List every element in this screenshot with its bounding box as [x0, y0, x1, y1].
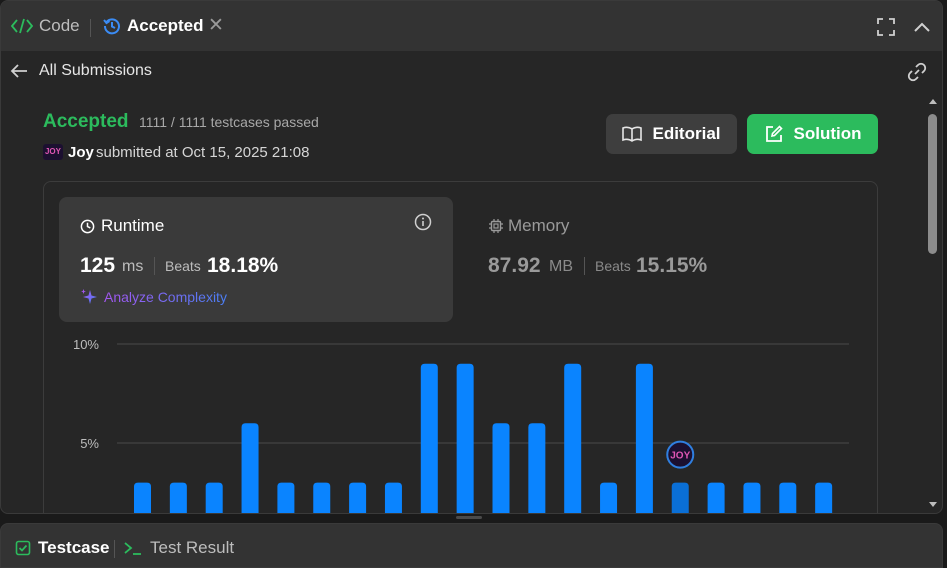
chart-bar [420, 363, 438, 513]
memory-title-label: Memory [508, 216, 570, 235]
chip-icon [489, 219, 503, 233]
chart-bar [134, 482, 151, 513]
checkbox-icon [15, 540, 31, 556]
submitted-at: submitted at Oct 15, 2025 21:08 [96, 144, 310, 161]
book-icon [622, 126, 643, 142]
chart-bar [313, 482, 331, 513]
runtime-beats-label: Beats [165, 258, 201, 274]
chart-bar [456, 363, 474, 513]
analyze-complexity-link[interactable]: Analyze Complexity [80, 288, 227, 306]
tab-test-result[interactable]: Test Result [123, 538, 234, 558]
chart-bar [492, 423, 510, 513]
chart-bar [349, 482, 367, 513]
editorial-label: Editorial [652, 124, 721, 143]
memory-divider [584, 257, 585, 275]
chart-bar [564, 363, 582, 513]
code-icon [11, 18, 33, 34]
y-tick-label: 5% [80, 436, 99, 451]
chart-bar [169, 482, 187, 513]
tab-code[interactable]: Code [11, 1, 80, 51]
chart-bar [707, 482, 725, 513]
history-icon [103, 18, 120, 35]
tab-test-result-label: Test Result [150, 538, 235, 557]
sparkle-icon [81, 289, 97, 304]
runtime-unit: ms [122, 258, 144, 275]
bottom-tab-divider [114, 540, 115, 558]
chart-bar [743, 482, 761, 513]
y-tick-label: 10% [73, 337, 99, 352]
chart-bar [277, 482, 295, 513]
chart-bar [205, 482, 223, 513]
chart-bar [384, 482, 402, 513]
chevron-up-icon[interactable] [912, 17, 932, 37]
link-icon[interactable] [906, 61, 928, 83]
tab-testcase-label: Testcase [38, 538, 110, 557]
terminal-icon [124, 542, 141, 555]
back-arrow-icon[interactable] [9, 61, 29, 81]
info-icon[interactable] [414, 213, 432, 231]
submission-subheader: All Submissions [1, 51, 942, 93]
tab-bar: Code Accepted ✕ [1, 1, 942, 51]
memory-beats-value: 15.15% [636, 254, 708, 277]
chart-bar [779, 482, 797, 513]
tab-accepted[interactable]: Accepted [103, 1, 204, 51]
chart-bar [671, 482, 689, 513]
clock-icon [80, 219, 95, 233]
chart-bar [600, 482, 618, 513]
panel-resize-handle[interactable] [456, 516, 482, 519]
memory-beats-label: Beats [595, 258, 631, 274]
chart-bar [815, 482, 833, 513]
runtime-distribution-chart: 10% 5% JOY [73, 337, 849, 513]
scroll-up-icon[interactable] [928, 97, 938, 105]
analyze-complexity-label: Analyze Complexity [104, 289, 227, 305]
all-submissions-link[interactable]: All Submissions [39, 62, 152, 80]
chart-bar [241, 423, 259, 513]
scroll-down-icon[interactable] [928, 501, 938, 509]
submitter-name[interactable]: Joy [68, 144, 94, 161]
tab-divider [90, 19, 91, 37]
submission-panel: Code Accepted ✕ All Submissions Accepted… [0, 0, 943, 514]
avatar[interactable]: JOY [43, 144, 63, 160]
submission-status: Accepted [43, 111, 129, 132]
memory-title[interactable]: Memory [488, 216, 569, 236]
close-icon[interactable]: ✕ [207, 16, 225, 35]
editorial-button[interactable]: Editorial [606, 114, 737, 154]
scrollbar-thumb[interactable] [928, 114, 937, 254]
runtime-title: Runtime [80, 216, 164, 236]
tab-accepted-label: Accepted [127, 16, 204, 35]
solution-button[interactable]: Solution [747, 114, 878, 154]
runtime-divider [154, 257, 155, 275]
fullscreen-icon[interactable] [876, 17, 896, 37]
memory-value: 87.92 [488, 254, 541, 277]
testcases-passed: 1111 / 1111 testcases passed [139, 114, 319, 130]
memory-unit: MB [549, 258, 573, 275]
solution-label: Solution [793, 124, 862, 143]
chart-bar [528, 423, 546, 513]
tab-testcase[interactable]: Testcase [15, 538, 110, 558]
edit-icon [765, 125, 783, 142]
chart-bar [635, 363, 653, 513]
runtime-beats-value: 18.18% [207, 254, 279, 277]
user-marker-label: JOY [670, 451, 690, 462]
tab-code-label: Code [39, 16, 80, 35]
runtime-title-label: Runtime [101, 216, 165, 235]
runtime-value: 125 [80, 254, 116, 277]
